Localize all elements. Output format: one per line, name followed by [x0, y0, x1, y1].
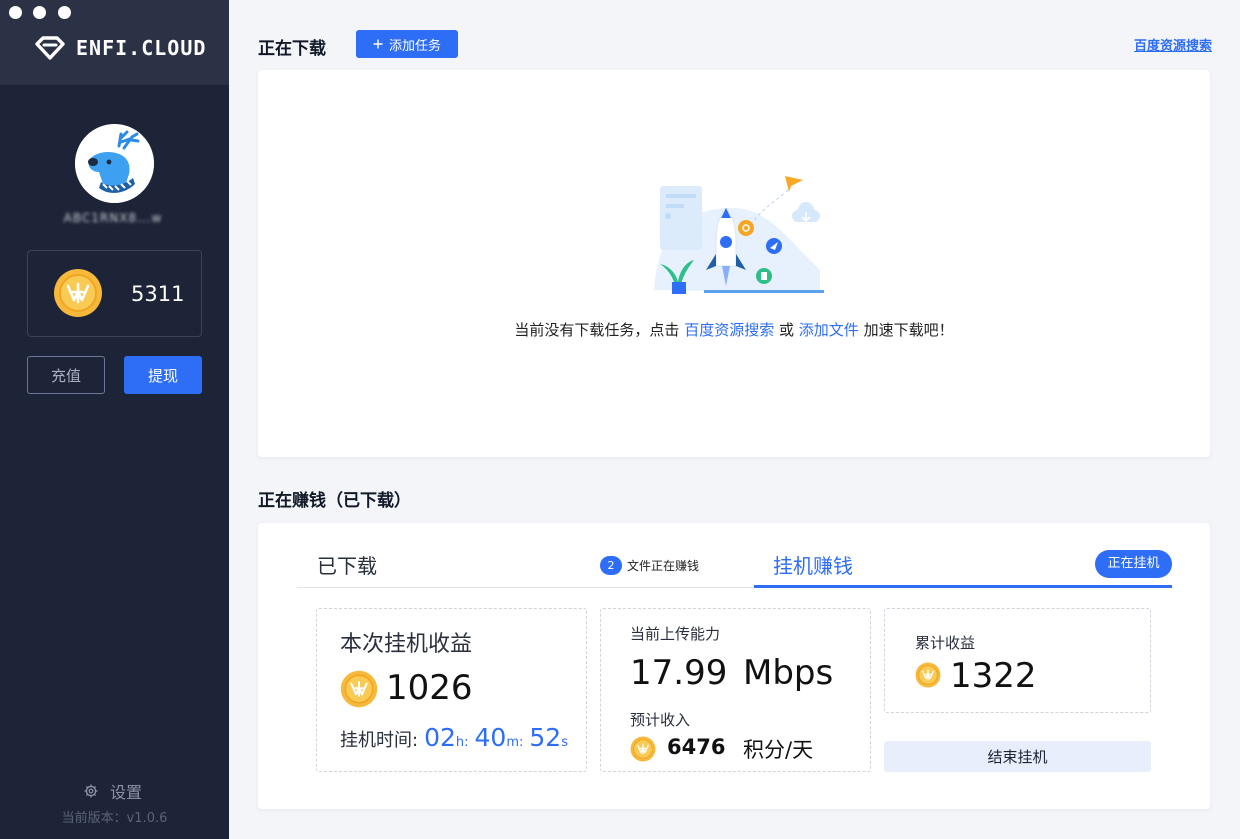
estimate-value: 6476 — [667, 735, 726, 759]
timer-seconds: 52 — [529, 723, 562, 752]
timer-minutes: 40 — [474, 723, 507, 752]
deer-avatar-icon — [75, 124, 154, 203]
tab-mining-underline — [754, 585, 1172, 588]
session-earnings-title: 本次挂机收益 — [340, 632, 473, 657]
settings-label: 设置 — [110, 783, 143, 802]
window-minimize-button[interactable] — [33, 6, 46, 19]
avatar[interactable] — [75, 124, 154, 203]
downloading-title: 正在下载 — [258, 39, 326, 59]
timer-seconds-unit: s — [561, 735, 568, 750]
recharge-button[interactable]: 充值 — [27, 356, 105, 394]
balance-value: 5311 — [131, 282, 185, 306]
tab-mining[interactable]: 挂机赚钱 — [773, 550, 853, 579]
logo-icon — [35, 36, 65, 60]
earning-title: 正在赚钱（已下载） — [258, 491, 411, 511]
session-earnings-value: 1026 — [386, 668, 473, 708]
withdraw-button[interactable]: 提现 — [124, 356, 202, 394]
window-close-button[interactable] — [9, 6, 22, 19]
logo-text: ENFI.CLOUD — [76, 36, 207, 60]
coin-icon — [630, 736, 656, 766]
empty-hint-prefix: 当前没有下载任务，点击 — [514, 321, 680, 339]
timer-hours-unit: h: — [455, 735, 469, 750]
settings-link[interactable]: 设置 — [84, 779, 142, 803]
files-count-badge: 2 — [600, 556, 622, 575]
app-logo: ENFI.CLOUD — [34, 33, 206, 63]
empty-hint-suffix: 加速下载吧！ — [863, 321, 954, 339]
empty-hint: 当前没有下载任务，点击 百度资源搜索 或 添加文件 加速下载吧！ — [258, 319, 1210, 340]
coin-icon — [53, 268, 103, 322]
empty-baidu-search-link[interactable]: 百度资源搜索 — [684, 321, 774, 339]
balance-box: 5311 — [27, 250, 202, 337]
estimate-unit: 积分/天 — [743, 738, 814, 762]
total-earnings-label: 累计收益 — [915, 634, 976, 652]
coin-icon — [915, 662, 941, 692]
empty-rocket-illustration — [654, 176, 824, 294]
add-task-label: 添加任务 — [388, 38, 441, 54]
empty-hint-or: 或 — [778, 321, 794, 339]
end-mining-button[interactable]: 结束挂机 — [884, 741, 1151, 772]
upload-label: 当前上传能力 — [630, 625, 721, 643]
tab-divider — [297, 587, 754, 588]
upload-unit: Mbps — [743, 653, 834, 693]
timer-hours: 02 — [424, 723, 456, 752]
coin-icon — [340, 670, 378, 712]
status-badge: 正在挂机 — [1095, 550, 1172, 578]
estimate-label: 预计收入 — [630, 711, 691, 729]
empty-add-file-link[interactable]: 添加文件 — [799, 321, 859, 339]
baidu-search-link[interactable]: 百度资源搜索 — [1104, 35, 1212, 54]
version-text: 当前版本：v1.0.6 — [61, 811, 168, 826]
sidebar: ENFI.CLOUD ABC1RNX8...w 5311 充值 提现 设置 当前… — [0, 0, 229, 839]
username: ABC1RNX8...w — [63, 211, 163, 225]
timer-minutes-unit: m: — [506, 735, 524, 750]
sidebar-header: ENFI.CLOUD — [0, 0, 229, 85]
timer-label: 挂机时间: — [340, 730, 419, 751]
upload-value: 17.99 — [630, 653, 728, 693]
total-earnings-value: 1322 — [950, 656, 1037, 696]
plus-icon — [373, 39, 383, 49]
gear-icon — [84, 784, 98, 798]
add-task-button[interactable]: 添加任务 — [356, 30, 458, 58]
window-maximize-button[interactable] — [58, 6, 71, 19]
mining-timer: 挂机时间: 02 h: 40 m: 52 s — [340, 723, 574, 752]
download-panel — [258, 70, 1210, 457]
tab-downloaded[interactable]: 已下载 — [317, 550, 377, 579]
files-earning-text: 文件正在赚钱 — [627, 559, 700, 573]
